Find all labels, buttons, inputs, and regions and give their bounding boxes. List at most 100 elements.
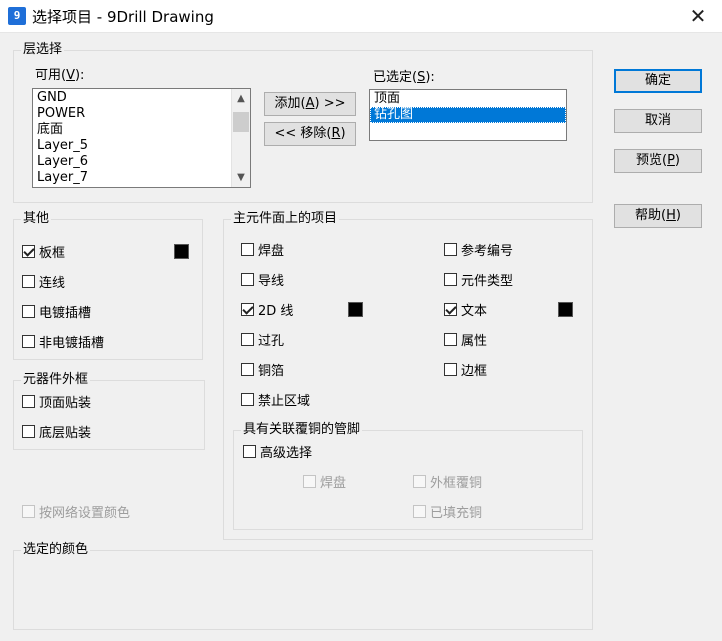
ref-des-label: 参考编号 — [461, 243, 514, 259]
connections-checkbox[interactable]: 连线 — [22, 271, 65, 291]
pads-label: 焊盘 — [258, 243, 285, 259]
board-checkbox[interactable]: 板框 — [22, 241, 65, 261]
connections-label: 连线 — [39, 275, 66, 291]
plated-slots-box[interactable] — [22, 304, 35, 318]
copper-pads-label: 焊盘 — [320, 475, 347, 491]
traces-label: 导线 — [258, 273, 285, 289]
filled-copper-checkbox: 已填充铜 — [413, 501, 482, 521]
layer-selection-label: 层选择 — [21, 42, 65, 58]
nonplated-slots-checkbox[interactable]: 非电镀插槽 — [22, 331, 104, 351]
copper-pads-checkbox: 焊盘 — [303, 471, 346, 491]
outline-copper-label: 外框覆铜 — [430, 475, 483, 491]
filled-copper-box — [413, 504, 426, 518]
outline-checkbox[interactable]: 边框 — [444, 359, 487, 379]
advanced-select-checkbox[interactable]: 高级选择 — [243, 441, 312, 461]
preview-button[interactable]: 预览(P) — [614, 149, 702, 173]
outline-box[interactable] — [444, 362, 457, 376]
text-color-swatch[interactable] — [558, 302, 573, 317]
available-list-item[interactable]: Layer_7 — [33, 170, 250, 186]
cancel-button[interactable]: 取消 — [614, 109, 702, 133]
selected-colors-label: 选定的颜色 — [21, 542, 91, 558]
lines-2d-checkbox[interactable]: 2D 线 — [241, 299, 293, 319]
top-mount-label: 顶面贴装 — [39, 395, 92, 411]
keepout-checkbox[interactable]: 禁止区域 — [241, 389, 310, 409]
lines-2d-color-swatch[interactable] — [348, 302, 363, 317]
available-list-item[interactable]: POWER — [33, 106, 250, 122]
advanced-select-box[interactable] — [243, 444, 256, 458]
net-color-checkbox: 按网络设置颜色 — [22, 501, 130, 521]
other-label: 其他 — [21, 211, 52, 227]
help-button[interactable]: 帮助(H) — [614, 204, 702, 228]
available-list-item[interactable]: Layer_5 — [33, 138, 250, 154]
remove-layer-button[interactable]: << 移除(R) — [264, 122, 356, 146]
available-list-scrollbar[interactable]: ▲ ▼ — [231, 89, 250, 187]
keepout-label: 禁止区域 — [258, 393, 311, 409]
net-color-label: 按网络设置颜色 — [39, 505, 131, 521]
part-type-checkbox[interactable]: 元件类型 — [444, 269, 513, 289]
selected-list-item[interactable]: 钻孔图 — [370, 107, 566, 123]
selected-list-item[interactable]: 顶面 — [370, 91, 566, 107]
plated-slots-label: 电镀插槽 — [39, 305, 92, 321]
copper-pads-box — [303, 474, 316, 488]
available-layers-list[interactable]: GND POWER 底面 Layer_5 Layer_6 Layer_7 ▲ ▼ — [32, 88, 251, 188]
bottom-mount-label: 底层贴装 — [39, 425, 92, 441]
available-list-item[interactable]: 底面 — [33, 122, 250, 138]
connections-box[interactable] — [22, 274, 35, 288]
selected-layers-list[interactable]: 顶面 钻孔图 — [369, 89, 567, 141]
vias-label: 过孔 — [258, 333, 285, 349]
add-layer-button[interactable]: 添加(A) >> — [264, 92, 356, 116]
component-outline-label: 元器件外框 — [21, 372, 91, 388]
top-mount-checkbox[interactable]: 顶面贴装 — [22, 391, 91, 411]
ok-button[interactable]: 确定 — [614, 69, 702, 93]
outline-copper-checkbox: 外框覆铜 — [413, 471, 482, 491]
keepout-box[interactable] — [241, 392, 254, 406]
available-list-item[interactable]: Layer_6 — [33, 154, 250, 170]
board-label: 板框 — [39, 245, 66, 261]
available-list-item[interactable]: GND — [33, 90, 250, 106]
top-mount-box[interactable] — [22, 394, 35, 408]
lines-2d-box[interactable] — [241, 302, 254, 316]
traces-box[interactable] — [241, 272, 254, 286]
traces-checkbox[interactable]: 导线 — [241, 269, 284, 289]
nonplated-slots-box[interactable] — [22, 334, 35, 348]
attributes-checkbox[interactable]: 属性 — [444, 329, 487, 349]
part-type-label: 元件类型 — [461, 273, 514, 289]
selected-label: 已选定(S): — [373, 70, 435, 85]
attributes-label: 属性 — [461, 333, 488, 349]
board-box[interactable] — [22, 244, 35, 258]
copper-label: 铜箔 — [258, 363, 285, 379]
bottom-mount-checkbox[interactable]: 底层贴装 — [22, 421, 91, 441]
advanced-select-label: 高级选择 — [260, 445, 313, 461]
bottom-mount-box[interactable] — [22, 424, 35, 438]
outline-label: 边框 — [461, 363, 488, 379]
available-label: 可用(V): — [35, 68, 85, 83]
ref-des-checkbox[interactable]: 参考编号 — [444, 239, 513, 259]
app-icon: 9 — [8, 7, 26, 25]
plated-slots-checkbox[interactable]: 电镀插槽 — [22, 301, 91, 321]
ref-des-box[interactable] — [444, 242, 457, 256]
vias-box[interactable] — [241, 332, 254, 346]
close-icon[interactable]: ✕ — [686, 5, 710, 27]
window-title: 选择项目 - 9Drill Drawing — [32, 8, 214, 26]
filled-copper-label: 已填充铜 — [430, 505, 483, 521]
text-label: 文本 — [461, 303, 488, 319]
selected-colors-group — [13, 550, 593, 630]
board-color-swatch[interactable] — [174, 244, 189, 259]
outline-copper-box — [413, 474, 426, 488]
text-checkbox[interactable]: 文本 — [444, 299, 487, 319]
pins-copper-label: 具有关联覆铜的管脚 — [241, 422, 363, 438]
scroll-up-icon[interactable]: ▲ — [232, 90, 250, 107]
copper-box[interactable] — [241, 362, 254, 376]
pads-box[interactable] — [241, 242, 254, 256]
part-type-box[interactable] — [444, 272, 457, 286]
copper-checkbox[interactable]: 铜箔 — [241, 359, 284, 379]
scroll-thumb[interactable] — [233, 112, 249, 132]
lines-2d-label: 2D 线 — [258, 303, 294, 319]
text-box[interactable] — [444, 302, 457, 316]
scroll-down-icon[interactable]: ▼ — [232, 169, 250, 186]
attributes-box[interactable] — [444, 332, 457, 346]
vias-checkbox[interactable]: 过孔 — [241, 329, 284, 349]
net-color-box — [22, 504, 35, 518]
pads-checkbox[interactable]: 焊盘 — [241, 239, 284, 259]
primary-items-label: 主元件面上的项目 — [231, 211, 340, 227]
